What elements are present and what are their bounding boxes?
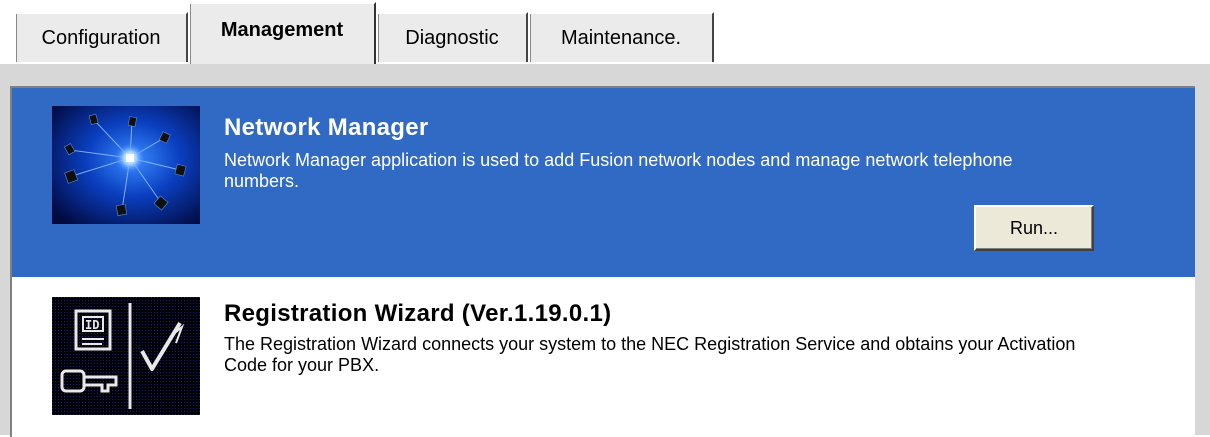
run-button[interactable]: Run...: [974, 205, 1094, 251]
tab-management[interactable]: Management: [188, 2, 376, 64]
item-description: Network Manager application is used to a…: [224, 150, 1013, 191]
list-item-registration-wizard[interactable]: ID Registration Wizard (Ver.1.19.0.1) Th…: [12, 277, 1195, 437]
tab-panel: Network Manager Network Manager applicat…: [0, 62, 1210, 437]
application-list[interactable]: Network Manager Network Manager applicat…: [10, 86, 1195, 437]
item-title: Network Manager: [224, 114, 429, 141]
tab-strip: Configuration Management Diagnostic Main…: [0, 0, 1210, 64]
tab-maintenance[interactable]: Maintenance.: [528, 12, 714, 62]
tab-diagnostic[interactable]: Diagnostic: [376, 12, 528, 62]
list-item-network-manager[interactable]: Network Manager Network Manager applicat…: [12, 88, 1195, 277]
tab-configuration[interactable]: Configuration: [14, 12, 188, 62]
svg-text:ID: ID: [85, 318, 99, 332]
registration-key-icon: ID: [52, 297, 200, 415]
item-title: Registration Wizard (Ver.1.19.0.1): [224, 300, 612, 327]
item-description: The Registration Wizard connects your sy…: [224, 334, 1076, 375]
network-nodes-icon: [52, 106, 200, 224]
